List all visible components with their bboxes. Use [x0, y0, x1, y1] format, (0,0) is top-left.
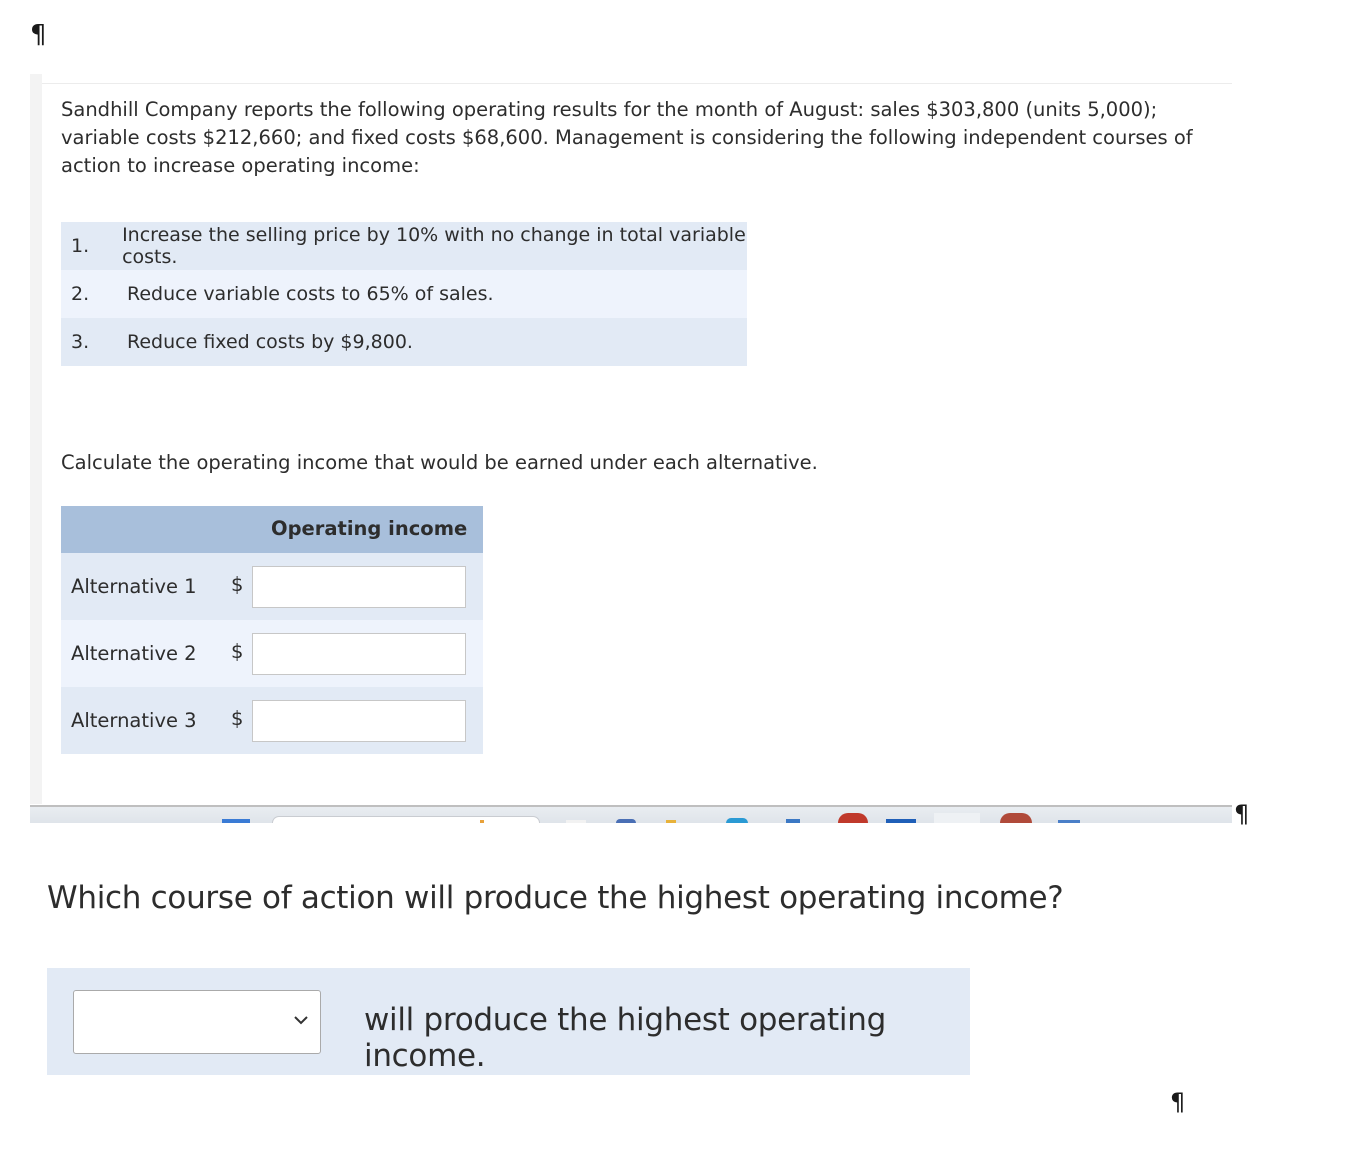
- panel-left-edge: [30, 74, 42, 804]
- option-item-2: 2. Reduce variable costs to 65% of sales…: [61, 270, 747, 318]
- alternative-2-income-input[interactable]: [252, 633, 466, 675]
- option-item-3: 3. Reduce fixed costs by $9,800.: [61, 318, 747, 366]
- option-text: Reduce variable costs to 65% of sales.: [127, 283, 494, 305]
- chevron-down-icon: [294, 1016, 308, 1025]
- pilcrow-mark: ¶: [1170, 1088, 1186, 1116]
- alternative-3-income-input[interactable]: [252, 700, 466, 742]
- search-bar-icon: [272, 816, 540, 823]
- taskbar-icon: [566, 820, 586, 823]
- option-text: Reduce fixed costs by $9,800.: [127, 331, 413, 353]
- table-header: Operating income: [61, 506, 483, 553]
- table-row-alternative-2: Alternative 2 $: [61, 620, 483, 687]
- course-of-action-dropdown[interactable]: [73, 990, 321, 1054]
- taskbar-icon: [616, 819, 636, 823]
- taskbar-icon: [666, 820, 676, 823]
- problem-intro: Sandhill Company reports the following o…: [61, 98, 1193, 177]
- option-number: 1.: [71, 235, 90, 257]
- option-number: 2.: [71, 283, 90, 305]
- pilcrow-mark: ¶: [1234, 800, 1250, 828]
- options-list: 1. Increase the selling price by 10% wit…: [61, 222, 747, 366]
- calculation-prompt: Calculate the operating income that woul…: [61, 451, 818, 474]
- answer-suffix-text: will produce the highest operating incom…: [364, 1002, 886, 1074]
- question-text: Which course of action will produce the …: [47, 880, 1064, 916]
- currency-symbol: $: [231, 707, 244, 730]
- alternative-1-income-input[interactable]: [252, 566, 466, 608]
- table-row-alternative-1: Alternative 1 $: [61, 553, 483, 620]
- panel-top-divider: [42, 83, 1232, 84]
- option-item-1: 1. Increase the selling price by 10% wit…: [61, 222, 747, 270]
- taskbar-icon: [1058, 820, 1080, 823]
- taskbar-icon: [934, 813, 980, 823]
- operating-income-table: Operating income Alternative 1 $ Alterna…: [61, 506, 483, 754]
- taskbar-icon: [786, 819, 800, 823]
- problem-panel: Sandhill Company reports the following o…: [30, 74, 1232, 804]
- taskbar-icon: [1000, 813, 1032, 823]
- row-label: Alternative 1: [71, 575, 197, 598]
- cropped-taskbar-strip: [30, 805, 1232, 823]
- option-text: Increase the selling price by 10% with n…: [122, 224, 746, 268]
- option-number: 3.: [71, 331, 90, 353]
- taskbar-icon: [838, 813, 868, 823]
- currency-symbol: $: [231, 640, 244, 663]
- row-label: Alternative 2: [71, 642, 197, 665]
- taskbar-icon: [886, 819, 916, 823]
- taskbar-icon: [222, 819, 250, 823]
- column-header-operating-income: Operating income: [271, 517, 468, 540]
- answer-panel: will produce the highest operating incom…: [47, 968, 970, 1075]
- taskbar-icon: [726, 818, 748, 823]
- currency-symbol: $: [231, 573, 244, 596]
- taskbar-icon: [480, 820, 484, 823]
- pilcrow-mark: ¶: [30, 20, 47, 50]
- row-label: Alternative 3: [71, 709, 197, 732]
- table-row-alternative-3: Alternative 3 $: [61, 687, 483, 754]
